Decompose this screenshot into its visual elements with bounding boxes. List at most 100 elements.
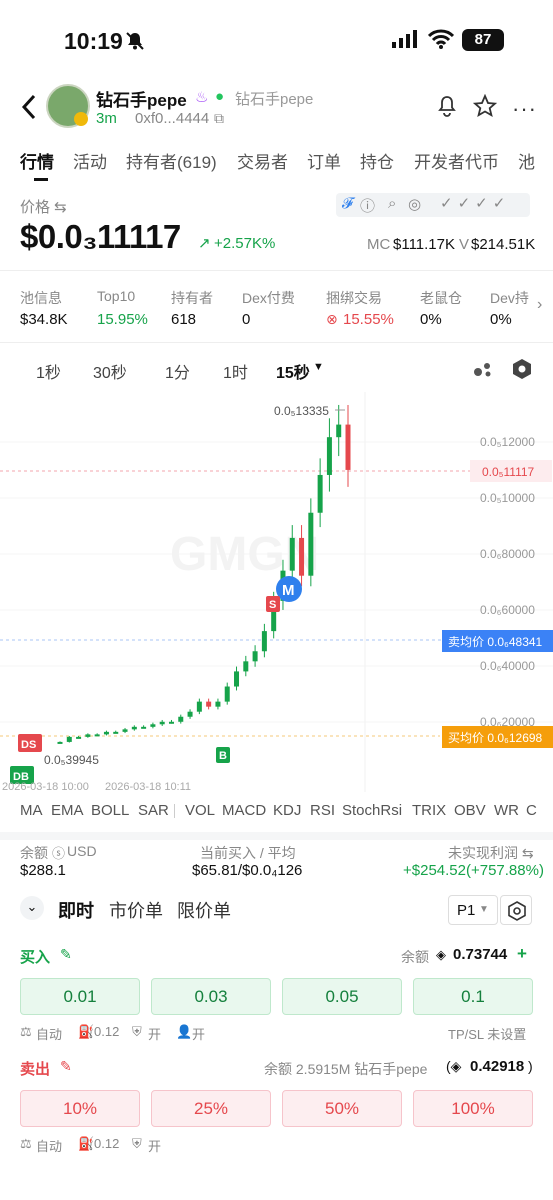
v-label: V (459, 236, 470, 253)
candle-body (85, 734, 91, 737)
order-tab-instant[interactable]: 即时 (58, 897, 94, 923)
sell-percent-button[interactable]: 10% (20, 1090, 140, 1127)
ind-vol[interactable]: VOL (185, 802, 215, 819)
bell-icon[interactable] (436, 94, 458, 123)
buy-opt-on2[interactable]: 开 (192, 1024, 205, 1043)
chevron-right-icon[interactable]: › (537, 296, 542, 314)
buy-amount-button[interactable]: 0.05 (282, 978, 402, 1015)
stat-top10-label[interactable]: Top10 (97, 288, 135, 304)
tab-traders[interactable]: 交易者 (237, 148, 288, 173)
order-settings-button[interactable] (500, 895, 532, 925)
tf-30s[interactable]: 30秒 (93, 359, 127, 383)
tf-1h[interactable]: 1时 (223, 359, 248, 383)
security-badges[interactable]: 𝓕 ⓘ ⌕ ◎ ✓✓✓✓ (336, 193, 530, 217)
buy-opt-auto[interactable]: 自动 (36, 1024, 62, 1043)
tab-dev-tokens[interactable]: 开发者代币 (414, 148, 499, 173)
user-icon: 👤 (176, 1024, 193, 1039)
order-tab-limit[interactable]: 限价单 (177, 897, 231, 923)
balance-unit: USD (67, 843, 97, 859)
pnl-label[interactable]: 未实现利润 ⇆ (448, 843, 534, 863)
star-icon[interactable] (472, 93, 498, 123)
ind-ma[interactable]: MA (20, 802, 43, 819)
copy-icon[interactable]: ⧉ (214, 110, 224, 127)
price-chart[interactable]: GMGN 0.0₅13335 0.0₅39945 0.0₅12000 0.0₅1… (0, 392, 553, 792)
add-funds-icon[interactable]: + (517, 944, 527, 964)
buy-amount-button[interactable]: 0.01 (20, 978, 140, 1015)
stat-holders-value: 618 (171, 311, 197, 328)
caret-down-icon[interactable]: ▼ (313, 361, 324, 373)
sell-opt-auto[interactable]: 自动 (36, 1136, 62, 1155)
ind-trix[interactable]: TRIX (412, 802, 446, 819)
preset-select[interactable]: P1 ▼ (448, 895, 498, 925)
settings-hex-icon[interactable] (512, 358, 532, 385)
candle-body (159, 721, 165, 725)
sell-opt-fee[interactable]: 0.12 (94, 1136, 119, 1151)
candle-body (103, 731, 109, 735)
chart-dots-icon[interactable] (473, 360, 493, 383)
usd-icon: ⓢ (52, 846, 66, 861)
ind-c[interactable]: C (526, 802, 537, 819)
ind-ema[interactable]: EMA (51, 802, 84, 819)
stat-dev-label[interactable]: Dev持 (490, 288, 529, 308)
buy-opt-fee[interactable]: 0.12 (94, 1024, 119, 1039)
stat-dexpaid-label[interactable]: Dex付费 (242, 288, 295, 308)
ind-obv[interactable]: OBV (454, 802, 486, 819)
more-icon[interactable]: ··· (512, 96, 537, 122)
sell-percent-button[interactable]: 50% (282, 1090, 402, 1127)
tab-orders[interactable]: 订单 (307, 148, 341, 173)
tf-1m[interactable]: 1分 (165, 359, 190, 383)
tab-pool[interactable]: 池 (518, 148, 535, 173)
ind-rsi[interactable]: RSI (310, 802, 335, 819)
ind-kdj[interactable]: KDJ (273, 802, 301, 819)
bnb-icon: ◈ (436, 947, 446, 962)
ind-stochrsi[interactable]: StochRsi (342, 802, 402, 819)
sell-percent-button[interactable]: 100% (413, 1090, 533, 1127)
buy-opt-on1[interactable]: 开 (148, 1024, 161, 1043)
candle-body (252, 651, 258, 662)
stat-holders-label[interactable]: 持有者 (171, 288, 213, 308)
current-price-text: 0.0₅11117 (482, 465, 535, 479)
edit-icon[interactable]: ✎ (60, 1058, 72, 1075)
order-tab-market[interactable]: 市价单 (109, 897, 163, 923)
tab-positions[interactable]: 持仓 (360, 148, 394, 173)
auto-slippage-icon: ⚖ (20, 1136, 32, 1151)
stat-insider-label[interactable]: 老鼠仓 (420, 288, 462, 308)
candle-body (57, 741, 63, 744)
ind-wr[interactable]: WR (494, 802, 519, 819)
candle-body (187, 711, 193, 717)
stat-pool-label[interactable]: 池信息 (20, 288, 62, 308)
x-label: 2026-03-18 10:00 (2, 781, 89, 792)
candle-body (150, 724, 156, 727)
price-label[interactable]: 价格 ⇆ (20, 196, 67, 217)
y-tick: 0.0₆40000 (480, 659, 535, 673)
tf-15s[interactable]: 15秒 (276, 359, 310, 383)
edit-icon[interactable]: ✎ (60, 946, 72, 963)
sell-percent-button[interactable]: 25% (151, 1090, 271, 1127)
price-value: $0.0₃11117 (20, 218, 181, 255)
ind-macd[interactable]: MACD (222, 802, 266, 819)
preset-value: P1 (457, 902, 476, 919)
stat-bundle-label[interactable]: 捆绑交易 (326, 288, 382, 308)
candle-body (178, 716, 184, 722)
buy-amount-button[interactable]: 0.03 (151, 978, 271, 1015)
balance-label: 余额 (20, 845, 48, 861)
stat-dexpaid-value: 0 (242, 311, 251, 328)
buy-label: 买入 (20, 949, 51, 966)
candle-body (141, 726, 147, 729)
tab-activity[interactable]: 活动 (73, 148, 107, 173)
divider (174, 804, 175, 818)
back-icon[interactable] (18, 92, 40, 127)
sell-opt-on[interactable]: 开 (148, 1136, 161, 1155)
tab-holders[interactable]: 持有者(619) (126, 148, 217, 173)
ind-sar[interactable]: SAR (138, 802, 169, 819)
tab-market[interactable]: 行情 (20, 148, 54, 173)
tf-1s[interactable]: 1秒 (36, 359, 61, 383)
gas-icon: ⛽ (78, 1024, 95, 1039)
buy-amount-button[interactable]: 0.1 (413, 978, 533, 1015)
ind-boll[interactable]: BOLL (91, 802, 129, 819)
tpsl-label[interactable]: TP/SL 未设置 (448, 1024, 526, 1043)
arrow-up-icon: ↗ (198, 235, 211, 252)
status-time: 10:19 (64, 28, 123, 54)
collapse-icon[interactable]: ⌄ (20, 896, 44, 920)
marker-m-label: M (282, 582, 295, 599)
